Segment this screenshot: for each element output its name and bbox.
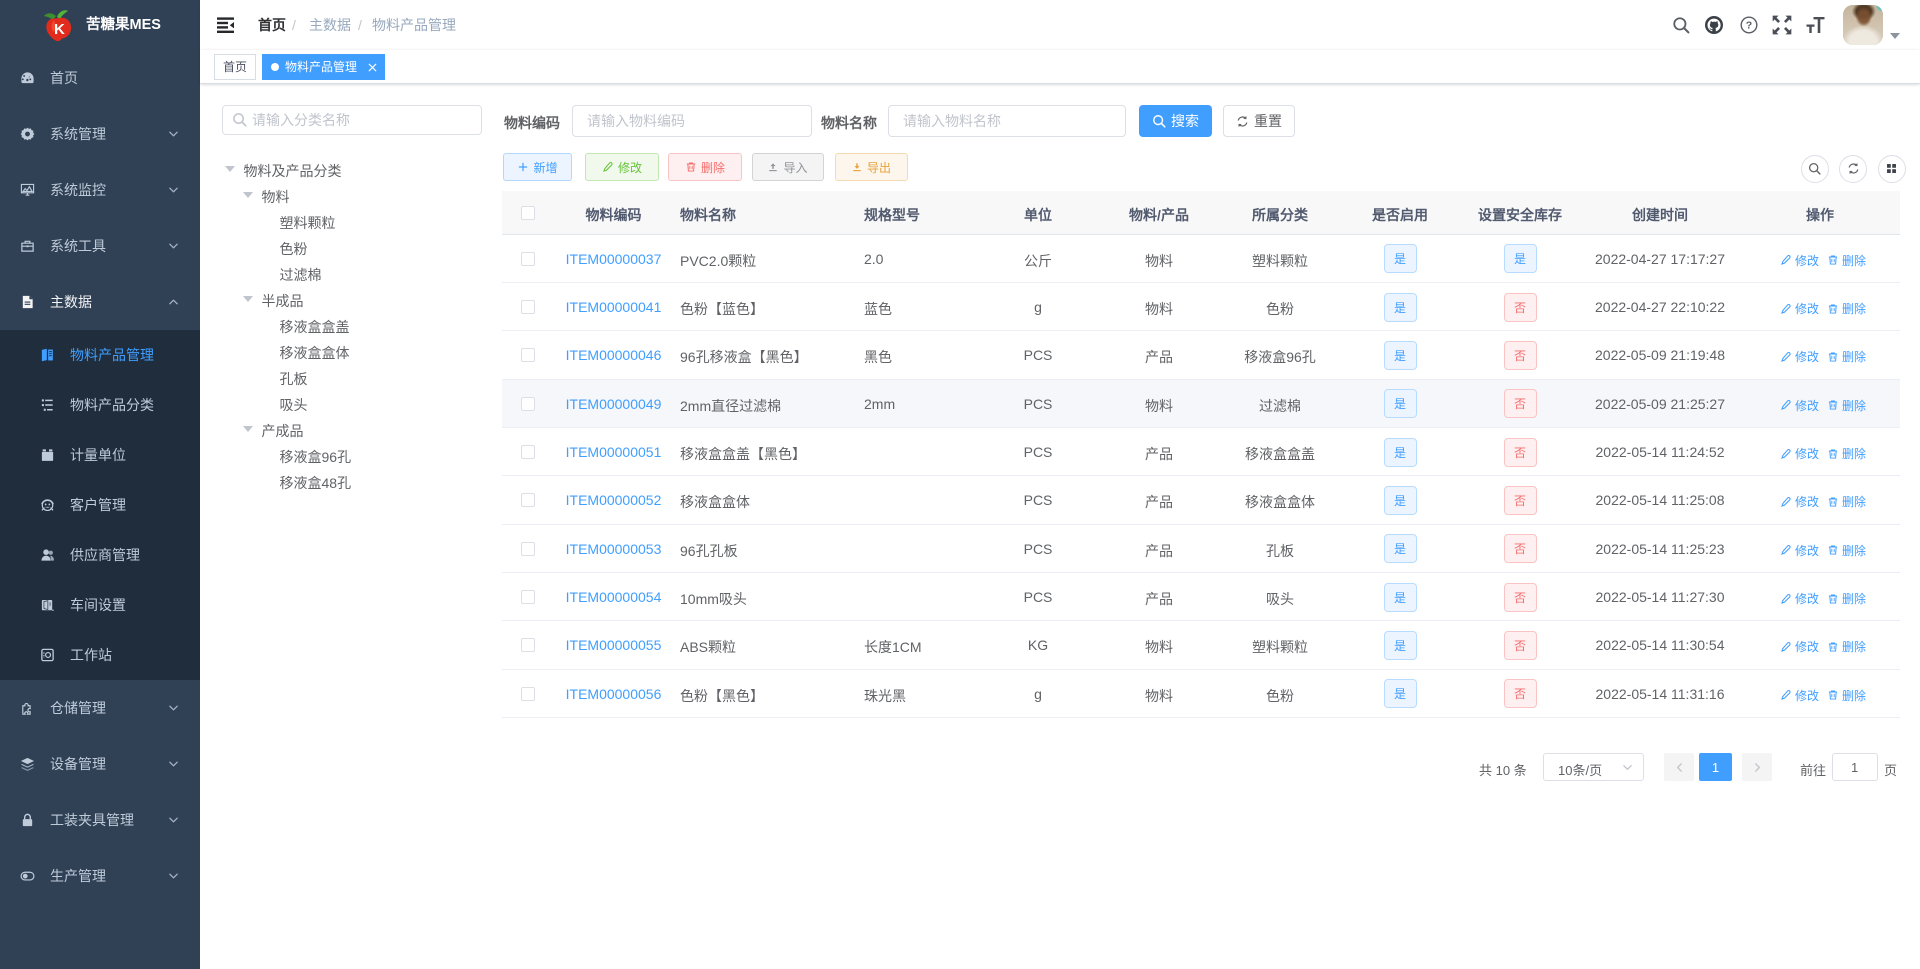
svg-text:K: K xyxy=(54,21,65,38)
svg-text:?: ? xyxy=(1746,20,1752,32)
